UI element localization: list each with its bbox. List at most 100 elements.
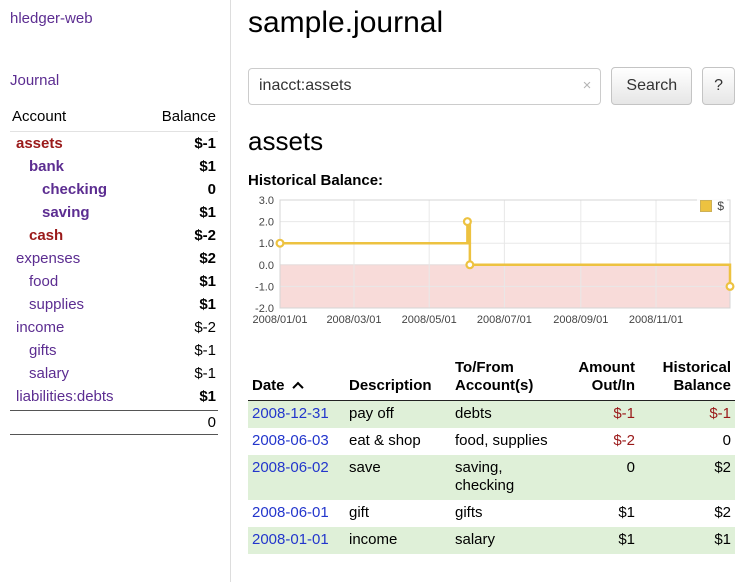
accounts-header-balance: Balance xyxy=(162,108,216,125)
column-header-date[interactable]: Date xyxy=(248,357,345,401)
svg-text:2008/05/01: 2008/05/01 xyxy=(402,314,457,326)
column-header-balance-line1: Historical xyxy=(663,359,731,376)
register-date-cell: 2008-06-03 xyxy=(248,428,345,455)
balance-chart: 3.02.01.00.0-1.0-2.02008/01/012008/03/01… xyxy=(248,193,735,343)
register-amount-cell: 0 xyxy=(563,455,639,501)
account-link-assets[interactable]: assets xyxy=(12,135,63,152)
column-header-accounts-line2: Account(s) xyxy=(455,377,533,394)
register-balance-cell: $2 xyxy=(639,500,735,527)
account-row: food$1 xyxy=(10,270,218,293)
register-body: 2008-12-31pay offdebts$-1$-12008-06-03ea… xyxy=(248,401,735,554)
page-title: sample.journal xyxy=(248,6,735,40)
register-date-cell: 2008-01-01 xyxy=(248,527,345,554)
legend-label: $ xyxy=(717,199,724,213)
svg-text:0.0: 0.0 xyxy=(259,260,274,272)
account-row: cash$-2 xyxy=(10,224,218,247)
register-balance-cell: 0 xyxy=(639,428,735,455)
account-link-food[interactable]: food xyxy=(12,273,58,290)
account-balance: $2 xyxy=(199,250,216,267)
register-amount-cell: $-2 xyxy=(563,428,639,455)
account-balance: $-1 xyxy=(194,365,216,382)
register-row: 2008-06-02 savesaving, checking0$2 xyxy=(248,455,735,501)
column-header-amount-line2: Out/In xyxy=(592,377,635,394)
accounts-total-value: 0 xyxy=(208,414,216,431)
register-amount-cell: $1 xyxy=(563,527,639,554)
register-description-cell: eat & shop xyxy=(345,428,451,455)
app-title-link[interactable]: hledger-web xyxy=(10,10,218,27)
svg-text:2008/01/01: 2008/01/01 xyxy=(252,314,307,326)
register-date-cell: 2008-06-01 xyxy=(248,500,345,527)
account-link-bank[interactable]: bank xyxy=(12,158,64,175)
account-link-income[interactable]: income xyxy=(12,319,64,336)
account-balance: $1 xyxy=(199,204,216,221)
account-row: gifts $-1 xyxy=(10,339,218,362)
register-row: 2008-12-31pay offdebts$-1$-1 xyxy=(248,401,735,428)
search-box: × xyxy=(248,68,601,105)
search-button[interactable]: Search xyxy=(611,67,692,105)
column-header-balance: HistoricalBalance xyxy=(639,357,735,401)
register-accounts-cell: food, supplies xyxy=(451,428,563,455)
account-link-expenses[interactable]: expenses xyxy=(12,250,80,267)
account-balance: 0 xyxy=(208,181,216,198)
register-row: 2008-06-01 giftgifts$1$2 xyxy=(248,500,735,527)
sidebar-accounts-table: Account Balance assets $-1 bank $1 checking 0… xyxy=(10,106,218,435)
svg-text:1.0: 1.0 xyxy=(259,238,274,250)
search-input[interactable] xyxy=(248,68,601,105)
legend-swatch-icon xyxy=(700,200,712,212)
help-button[interactable]: ? xyxy=(702,67,735,105)
account-link-salary[interactable]: salary xyxy=(12,365,69,382)
account-link-liabilities-debts[interactable]: liabilities:debts xyxy=(12,388,114,405)
nav-journal-link[interactable]: Journal xyxy=(10,72,218,89)
register-description-cell: gift xyxy=(345,500,451,527)
svg-text:2008/03/01: 2008/03/01 xyxy=(326,314,381,326)
transaction-date-link[interactable]: 2008-01-01 xyxy=(252,531,329,548)
register-accounts-cell: debts xyxy=(451,401,563,428)
transaction-date-link[interactable]: 2008-06-01 xyxy=(252,504,329,521)
account-balance: $1 xyxy=(199,158,216,175)
register-description-cell: income xyxy=(345,527,451,554)
account-link-checking[interactable]: checking xyxy=(12,181,107,198)
register-balance-cell: $-1 xyxy=(639,401,735,428)
column-header-amount-line1: Amount xyxy=(578,359,635,376)
svg-text:-1.0: -1.0 xyxy=(255,281,274,293)
transaction-date-link[interactable]: 2008-06-02 xyxy=(252,459,329,476)
column-header-description: Description xyxy=(345,357,451,401)
register-date-cell: 2008-12-31 xyxy=(248,401,345,428)
sidebar: hledger-web Journal Account Balance asse… xyxy=(0,0,231,582)
account-row: income$-2 xyxy=(10,316,218,339)
balance-chart-svg: 3.02.01.00.0-1.0-2.02008/01/012008/03/01… xyxy=(248,193,735,343)
chart-legend: $ xyxy=(697,198,727,214)
search-bar: × Search ? xyxy=(248,67,735,105)
transaction-date-link[interactable]: 2008-12-31 xyxy=(252,405,329,422)
register-accounts-cell: gifts xyxy=(451,500,563,527)
account-link-cash[interactable]: cash xyxy=(12,227,63,244)
svg-text:2008/11/01: 2008/11/01 xyxy=(629,314,683,326)
account-link-supplies[interactable]: supplies xyxy=(12,296,84,313)
clear-search-icon[interactable]: × xyxy=(583,77,592,94)
accounts-header-account: Account xyxy=(12,108,66,125)
column-header-date-label: Date xyxy=(252,377,285,394)
svg-text:2008/09/01: 2008/09/01 xyxy=(553,314,608,326)
register-balance-cell: $2 xyxy=(639,455,735,501)
accounts-list: assets $-1 bank $1 checking 0 saving $1 cash$-2 e… xyxy=(10,132,218,408)
account-row: salary $-1 xyxy=(10,362,218,385)
account-link-gifts[interactable]: gifts xyxy=(12,342,57,359)
accounts-total-row: 0 xyxy=(10,410,218,435)
transaction-date-link[interactable]: 2008-06-03 xyxy=(252,432,329,449)
account-balance: $-1 xyxy=(194,135,216,152)
register-accounts-cell: salary xyxy=(451,527,563,554)
account-link-saving[interactable]: saving xyxy=(12,204,90,221)
column-header-accounts: To/FromAccount(s) xyxy=(451,357,563,401)
register-amount-cell: $1 xyxy=(563,500,639,527)
sort-ascending-icon xyxy=(292,382,303,393)
account-row: liabilities:debts$1 xyxy=(10,385,218,408)
svg-text:2.0: 2.0 xyxy=(259,217,274,229)
column-header-amount: AmountOut/In xyxy=(563,357,639,401)
account-row: saving $1 xyxy=(10,201,218,224)
account-balance: $-1 xyxy=(194,342,216,359)
register-description-cell: save xyxy=(345,455,451,501)
account-balance: $1 xyxy=(199,296,216,313)
register-accounts-cell: saving, checking xyxy=(451,455,563,501)
chart-title: Historical Balance: xyxy=(248,172,735,189)
accounts-table-header: Account Balance xyxy=(10,106,218,132)
